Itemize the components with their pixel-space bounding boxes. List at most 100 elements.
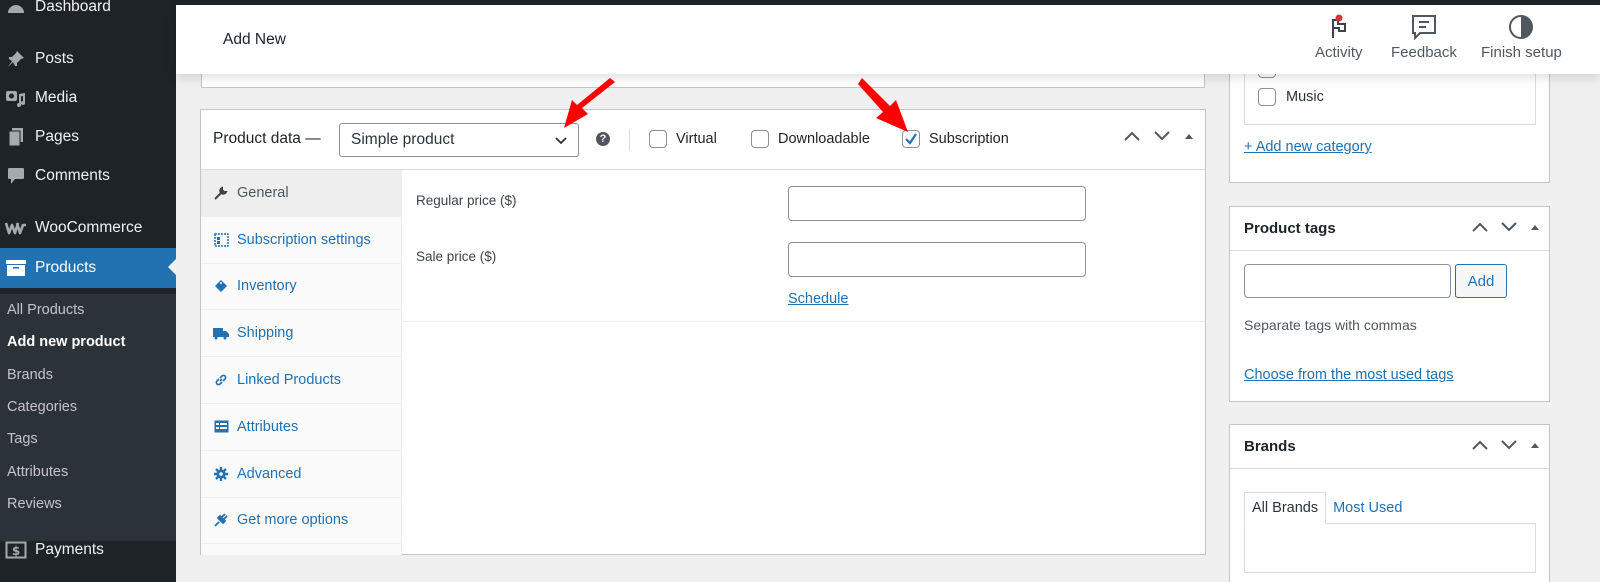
finish-setup-label: Finish setup [1481, 44, 1562, 61]
page-title: Add New [223, 31, 286, 48]
checkmark-icon [905, 133, 917, 145]
chevron-down-icon [555, 137, 567, 145]
tab-label: Linked Products [237, 372, 341, 389]
sidebar-item-label: Dashboard [35, 0, 111, 15]
tab-get-more-options[interactable]: Get more options [201, 498, 401, 545]
move-up-icon[interactable] [1123, 130, 1141, 142]
virtual-checkbox[interactable] [649, 130, 667, 148]
category-item[interactable]: Music [1258, 88, 1324, 106]
wrench-icon [213, 185, 229, 201]
feedback-icon [1411, 15, 1436, 40]
tag-icon [213, 278, 229, 294]
product-type-select[interactable]: Simple product [339, 123, 579, 157]
sidebar-item-pages[interactable]: Pages [0, 118, 176, 156]
submenu-attributes[interactable]: Attributes [7, 464, 68, 480]
brands-list-panel [1244, 523, 1536, 573]
tab-most-used[interactable]: Most Used [1326, 492, 1409, 524]
divider [1230, 468, 1549, 469]
pin-icon [4, 48, 28, 70]
list-icon [213, 419, 229, 435]
choose-most-used-tags-link[interactable]: Choose from the most used tags [1244, 367, 1454, 383]
sidebar-item-products[interactable]: Products [0, 248, 176, 288]
tab-linked-products[interactable]: Linked Products [201, 357, 401, 404]
tab-inventory[interactable]: Inventory [201, 264, 401, 311]
plug-icon [213, 512, 229, 528]
sidebar-item-label: Payments [35, 541, 104, 558]
tab-general[interactable]: General [201, 170, 401, 217]
tab-all-brands[interactable]: All Brands [1244, 492, 1327, 524]
sidebar-item-label: WooCommerce [35, 219, 143, 236]
subscription-checkbox[interactable] [902, 130, 920, 148]
virtual-checkbox-label[interactable]: Virtual [649, 130, 717, 148]
brands-title: Brands [1244, 438, 1296, 455]
admin-sidebar: Dashboard Posts Media Pages Comments Woo… [0, 0, 176, 582]
move-up-icon[interactable] [1471, 439, 1489, 451]
box-controls [1471, 221, 1541, 233]
link-icon [213, 372, 229, 388]
sidebar-item-woocommerce[interactable]: WooCommerce [0, 209, 176, 247]
finish-setup-button[interactable]: Finish setup [1481, 14, 1562, 61]
divider [629, 129, 630, 151]
sidebar-item-dashboard[interactable]: Dashboard [0, 0, 176, 26]
submenu-brands[interactable]: Brands [7, 367, 53, 383]
sidebar-item-media[interactable]: Media [0, 79, 176, 117]
add-new-category-link[interactable]: + Add new category [1244, 139, 1372, 155]
virtual-label: Virtual [676, 131, 717, 147]
woocommerce-header: Add New Activity Feedback Finish setup [176, 5, 1600, 74]
feedback-label: Feedback [1391, 44, 1457, 61]
sidebar-item-payments[interactable]: $ Payments [0, 531, 176, 569]
dashboard-icon [4, 0, 28, 18]
calendar-icon [213, 232, 229, 248]
regular-price-label: Regular price ($) [416, 193, 517, 208]
activity-label: Activity [1315, 44, 1363, 61]
brand-tabs: All Brands Most Used [1244, 492, 1409, 524]
move-down-icon[interactable] [1500, 439, 1518, 451]
submenu-reviews[interactable]: Reviews [7, 496, 62, 512]
tab-advanced[interactable]: Advanced [201, 451, 401, 498]
sidebar-item-comments[interactable]: Comments [0, 157, 176, 195]
tab-shipping[interactable]: Shipping [201, 310, 401, 358]
product-data-title: Product data — [213, 130, 321, 147]
category-checkbox[interactable] [1258, 88, 1276, 106]
sidebar-item-posts[interactable]: Posts [0, 40, 176, 78]
sale-price-input[interactable] [788, 242, 1086, 277]
archive-icon [4, 257, 28, 279]
activity-button[interactable]: Activity [1315, 14, 1363, 61]
sidebar-item-label: Products [35, 259, 97, 276]
flag-icon [1331, 14, 1346, 38]
product-tags-box: Product tags Add Separate tags with comm… [1229, 206, 1550, 402]
brands-box: Brands All Brands Most Used [1229, 424, 1550, 582]
sidebar-item-label: Posts [35, 50, 74, 67]
move-down-icon[interactable] [1153, 130, 1171, 142]
tab-attributes[interactable]: Attributes [201, 404, 401, 451]
collapse-toggle-icon[interactable] [1529, 222, 1541, 232]
tab-subscription-settings[interactable]: Subscription settings [201, 217, 401, 264]
product-type-value: Simple product [351, 131, 455, 148]
submenu-add-new-product[interactable]: Add new product [7, 334, 125, 350]
box-controls [1123, 130, 1195, 142]
subscription-checkbox-label[interactable]: Subscription [902, 130, 1009, 148]
tab-label: Subscription settings [237, 231, 371, 248]
truck-icon [213, 325, 229, 341]
product-data-tabs: General Subscription settings Inventory … [201, 170, 402, 555]
move-down-icon[interactable] [1500, 221, 1518, 233]
regular-price-input[interactable] [788, 186, 1086, 221]
tab-label: Advanced [237, 465, 302, 482]
new-tag-input[interactable] [1244, 264, 1451, 298]
collapse-toggle-icon[interactable] [1183, 131, 1195, 141]
downloadable-label: Downloadable [778, 131, 870, 147]
add-tag-button[interactable]: Add [1455, 264, 1507, 298]
feedback-button[interactable]: Feedback [1391, 14, 1457, 61]
downloadable-checkbox[interactable] [751, 130, 769, 148]
products-submenu: All Products Add new product Brands Cate… [0, 294, 176, 541]
move-up-icon[interactable] [1471, 221, 1489, 233]
collapse-toggle-icon[interactable] [1529, 440, 1541, 450]
subscription-label: Subscription [929, 131, 1009, 147]
submenu-tags[interactable]: Tags [7, 431, 38, 447]
schedule-link[interactable]: Schedule [788, 291, 848, 307]
pages-icon [4, 126, 28, 148]
downloadable-checkbox-label[interactable]: Downloadable [751, 130, 870, 148]
submenu-all-products[interactable]: All Products [7, 302, 84, 318]
submenu-categories[interactable]: Categories [7, 399, 77, 415]
help-icon[interactable]: ? [596, 132, 610, 146]
